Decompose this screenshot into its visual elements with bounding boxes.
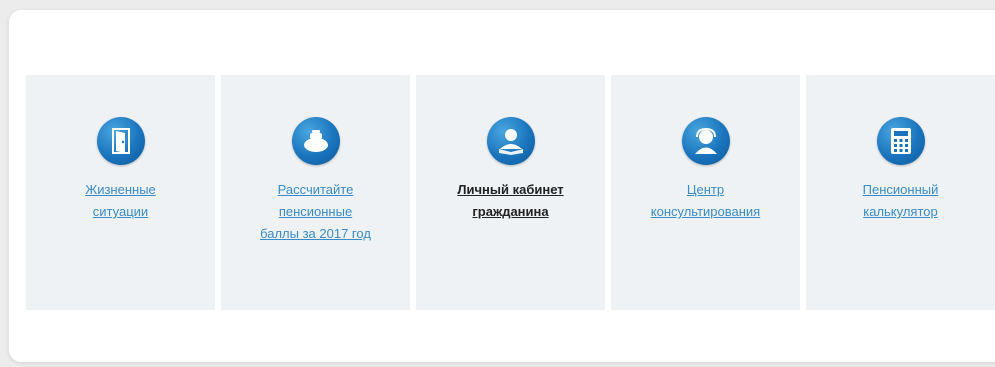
user-book-icon bbox=[486, 117, 535, 165]
door-icon bbox=[96, 117, 145, 165]
tile-label[interactable]: Личный кабинет гражданина bbox=[421, 179, 601, 223]
services-tiles: Жизненные ситуации Рассчитайте пенсионны… bbox=[26, 75, 995, 310]
tile-life-situations[interactable]: Жизненные ситуации bbox=[26, 75, 215, 310]
tile-label[interactable]: Центр консультирования bbox=[616, 179, 796, 223]
tile-pension-points[interactable]: Рассчитайте пенсионные баллы за 2017 год bbox=[221, 75, 410, 310]
tile-consulting-center[interactable]: Центр консультирования bbox=[611, 75, 800, 310]
tile-pension-calculator[interactable]: Пенсионный калькулятор bbox=[806, 75, 995, 310]
tile-personal-account[interactable]: Личный кабинет гражданина bbox=[416, 75, 605, 310]
calculator-icon bbox=[876, 117, 925, 165]
tile-label[interactable]: Рассчитайте пенсионные баллы за 2017 год bbox=[226, 179, 406, 245]
consultant-icon bbox=[681, 117, 730, 165]
tile-label[interactable]: Жизненные ситуации bbox=[31, 179, 211, 223]
tile-label[interactable]: Пенсионный калькулятор bbox=[811, 179, 991, 223]
piggy-bank-icon bbox=[291, 117, 340, 165]
